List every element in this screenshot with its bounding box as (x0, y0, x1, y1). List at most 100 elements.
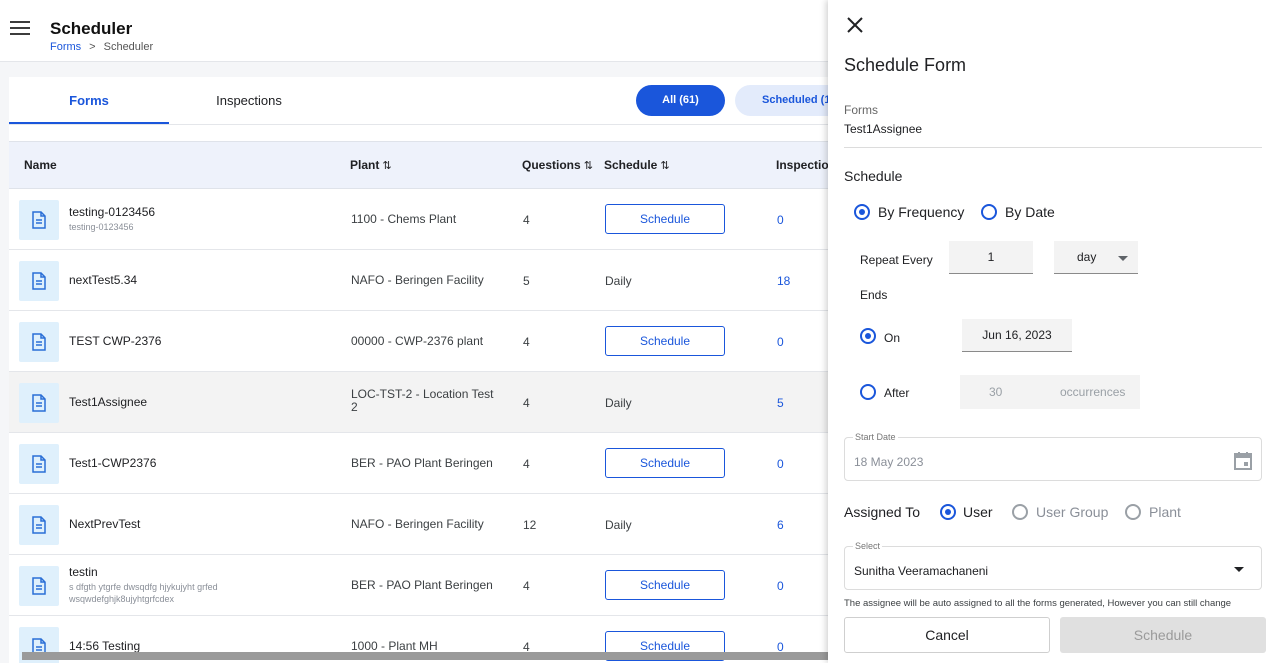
tab-inspections[interactable]: Inspections (169, 77, 329, 124)
questions-cell: 4 (523, 457, 530, 471)
plant-cell: 00000 - CWP-2376 plant (351, 334, 484, 348)
column-header-inspections[interactable]: Inspection (776, 142, 836, 188)
assign-user-group-radio[interactable] (1012, 504, 1028, 520)
horizontal-scrollbar[interactable] (22, 652, 839, 660)
inspections-count-link[interactable]: 0 (777, 457, 784, 471)
hamburger-menu-icon[interactable] (10, 21, 30, 37)
schedule-cell: Daily (605, 396, 632, 410)
repeat-unit-select[interactable]: day (1054, 241, 1138, 274)
document-icon (19, 444, 59, 484)
column-header-questions[interactable]: Questions ⇅ (522, 142, 593, 189)
tab-bar: Forms Inspections All (61) Scheduled (1 (9, 77, 839, 125)
schedule-cell: Daily (605, 518, 632, 532)
close-icon[interactable] (846, 16, 864, 34)
column-header-schedule[interactable]: Schedule ⇅ (604, 142, 670, 189)
start-date-value: 18 May 2023 (854, 455, 924, 469)
sort-icon: ⇅ (382, 160, 392, 172)
questions-cell: 4 (523, 213, 530, 227)
forms-list-card: Forms Inspections All (61) Scheduled (1 … (9, 77, 839, 663)
schedule-button[interactable]: Schedule (605, 448, 725, 478)
document-icon (19, 566, 59, 606)
page-title: Scheduler (50, 19, 133, 38)
inspections-count-link[interactable]: 6 (777, 518, 784, 532)
column-header-plant[interactable]: Plant ⇅ (350, 142, 392, 189)
assignee-note: The assignee will be auto assigned to al… (844, 598, 1232, 609)
ends-after-occurrences-input[interactable]: 30 occurrences (960, 375, 1140, 409)
inspections-count-link[interactable]: 5 (777, 396, 784, 410)
form-name: nextTest5.34 (69, 273, 138, 287)
repeat-every-label: Repeat Every (860, 253, 933, 267)
by-date-radio[interactable] (981, 204, 997, 220)
form-name: NextPrevTest (69, 517, 141, 531)
assignee-value: Sunitha Veeramachaneni (854, 564, 989, 578)
table-row[interactable]: Test1-CWP2376 BER - PAO Plant Beringen 4 Sc… (9, 433, 839, 494)
table-row[interactable]: nextTest5.34 NAFO - Beringen Facility 5 Dai… (9, 250, 839, 311)
table-row[interactable]: NextPrevTest NAFO - Beringen Facility 12 Da… (9, 494, 839, 555)
column-header-schedule-label: Schedule (604, 158, 658, 172)
column-header-name[interactable]: Name (24, 142, 57, 188)
breadcrumb-separator: > (89, 41, 96, 53)
inspections-count-link[interactable]: 18 (777, 274, 790, 288)
chevron-down-icon (1118, 256, 1128, 261)
questions-cell: 5 (523, 274, 530, 288)
table-row[interactable]: TEST CWP-2376 00000 - CWP-2376 plant 4 Sche… (9, 311, 839, 372)
schedule-button[interactable]: Schedule (605, 326, 725, 356)
inspections-count-link[interactable]: 0 (777, 213, 784, 227)
filter-scheduled-chip[interactable]: Scheduled (1 (735, 85, 839, 116)
inspections-count-link[interactable]: 0 (777, 579, 784, 593)
form-description: s dfgth ytgrfe dwsqdfg hjykujyht grfed w… (69, 582, 218, 604)
form-name: 14:56 Testing (69, 639, 141, 653)
calendar-icon[interactable] (1233, 451, 1253, 471)
assign-user-radio[interactable] (940, 504, 956, 520)
assignee-select[interactable]: Select Sunitha Veeramachaneni (844, 541, 1262, 590)
schedule-section-title: Schedule (844, 168, 903, 184)
table-row[interactable]: testing-0123456 testing-0123456 1100 - Che… (9, 189, 839, 250)
form-description: testing-0123456 (69, 222, 134, 232)
column-header-questions-label: Questions (522, 158, 581, 172)
plant-cell: NAFO - Beringen Facility (351, 273, 484, 287)
cancel-button[interactable]: Cancel (844, 617, 1050, 653)
column-header-plant-label: Plant (350, 158, 380, 172)
form-name: testing-0123456 (69, 205, 156, 219)
table-body: testing-0123456 testing-0123456 1100 - Che… (9, 189, 839, 663)
table-row[interactable]: Test1Assignee LOC-TST-2 - Location Test 2… (9, 372, 839, 433)
select-label: Select (853, 541, 883, 551)
divider (844, 147, 1262, 148)
by-frequency-radio[interactable] (854, 204, 870, 220)
ends-on-radio[interactable] (860, 328, 876, 344)
table-row[interactable]: testin s dfgth ytgrfe dwsqdfg hjykujyht g… (9, 555, 839, 616)
ends-label: Ends (860, 288, 888, 302)
tab-forms[interactable]: Forms (9, 77, 169, 124)
breadcrumb-forms-link[interactable]: Forms (50, 41, 81, 53)
assign-user-label: User (963, 504, 993, 520)
schedule-button[interactable]: Schedule (605, 570, 725, 600)
questions-cell: 4 (523, 335, 530, 349)
form-name: Test1Assignee (69, 395, 148, 409)
sort-icon: ⇅ (583, 160, 593, 172)
forms-label: Forms (844, 103, 878, 117)
ends-on-label: On (884, 331, 901, 345)
table-header: Name Plant ⇅ Questions ⇅ Schedule ⇅ Inspect… (9, 141, 839, 189)
by-frequency-label: By Frequency (878, 204, 965, 220)
form-name: testin (69, 565, 98, 579)
form-name-value: Test1Assignee (844, 122, 923, 136)
plant-cell: 1100 - Chems Plant (351, 212, 457, 226)
breadcrumb: Forms > Scheduler (50, 41, 153, 53)
drawer-title: Schedule Form (844, 55, 967, 75)
filter-all-chip[interactable]: All (61) (636, 85, 725, 116)
plant-cell: BER - PAO Plant Beringen (351, 456, 493, 470)
document-icon (19, 200, 59, 240)
start-date-field[interactable]: Start Date 18 May 2023 (844, 432, 1262, 481)
schedule-submit-button[interactable]: Schedule (1060, 617, 1266, 653)
repeat-every-input[interactable]: 1 (949, 241, 1033, 274)
schedule-button[interactable]: Schedule (605, 204, 725, 234)
breadcrumb-current: Scheduler (103, 41, 154, 53)
assign-plant-radio[interactable] (1125, 504, 1141, 520)
inspections-count-link[interactable]: 0 (777, 335, 784, 349)
ends-after-radio[interactable] (860, 384, 876, 400)
sort-icon: ⇅ (660, 160, 670, 172)
ends-on-date-input[interactable]: Jun 16, 2023 (962, 319, 1072, 352)
plant-cell: NAFO - Beringen Facility (351, 517, 484, 531)
chevron-down-icon (1234, 567, 1244, 572)
repeat-unit-value: day (1077, 250, 1097, 264)
